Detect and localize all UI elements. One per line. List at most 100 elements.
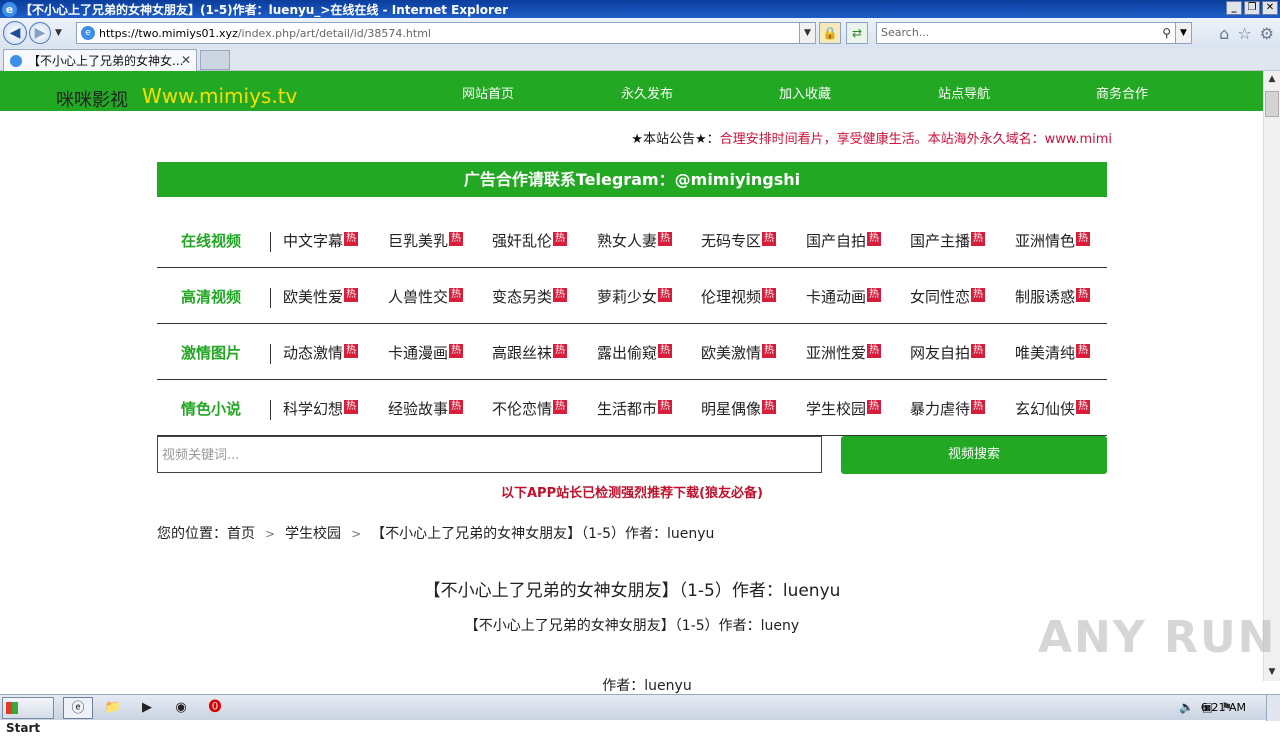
category-link[interactable]: 高跟丝袜热 [492, 342, 568, 363]
category-link[interactable]: 明星偶像热 [701, 398, 777, 419]
category-link[interactable]: 女同性恋热 [910, 286, 986, 307]
search-icon[interactable]: ⚲ [1162, 23, 1171, 43]
site-logo-en[interactable]: Www.mimiys.tv [142, 84, 297, 108]
breadcrumb-label: 您的位置： [157, 526, 227, 542]
scroll-up-icon[interactable]: ▲ [1264, 71, 1280, 88]
category-link[interactable]: 学生校园热 [806, 398, 882, 419]
video-search-input[interactable]: 视频关键词... [157, 436, 822, 473]
category-link[interactable]: 露出偷窥热 [597, 342, 673, 363]
restore-button[interactable]: ❐ [1244, 1, 1260, 15]
category-link[interactable]: 网友自拍热 [910, 342, 986, 363]
volume-icon[interactable]: 🔈 [1179, 700, 1194, 714]
back-button[interactable]: ◀ [3, 21, 27, 45]
taskbar-explorer-icon[interactable]: 📁 [98, 697, 128, 719]
hot-badge: 热 [867, 288, 882, 302]
tab-current[interactable]: 【不小心上了兄弟的女神女... ✕ [3, 49, 197, 71]
nav-business[interactable]: 商务合作 [1096, 83, 1148, 102]
scroll-thumb[interactable] [1265, 91, 1279, 117]
category-link[interactable]: 国产自拍热 [806, 230, 882, 251]
address-bar[interactable]: e https://two.mimiys01.xyz/index.php/art… [76, 22, 816, 44]
category-link[interactable]: 不伦恋情热 [492, 398, 568, 419]
category-link[interactable]: 伦理视频热 [701, 286, 777, 307]
category-title[interactable]: 激情图片 [181, 342, 241, 363]
taskbar-chrome-icon[interactable]: ◉ [166, 697, 196, 719]
hot-badge: 热 [344, 400, 359, 414]
hot-badge: 热 [867, 344, 882, 358]
ie-logo-icon: e [2, 1, 17, 17]
category-link[interactable]: 科学幻想热 [283, 398, 359, 419]
home-icon[interactable]: ⌂ [1219, 24, 1229, 43]
hot-badge: 热 [762, 344, 777, 358]
hot-badge: 热 [553, 400, 568, 414]
category-link[interactable]: 巨乳美乳热 [388, 230, 464, 251]
nav-permanent[interactable]: 永久发布 [621, 83, 673, 102]
breadcrumb-category[interactable]: 学生校园 [285, 526, 341, 542]
favorites-star-icon[interactable]: ☆ [1237, 24, 1251, 43]
site-logo-cn[interactable]: 咪咪影视 [56, 86, 128, 112]
category-link[interactable]: 亚洲情色热 [1015, 230, 1091, 251]
hot-badge: 热 [449, 232, 464, 246]
vertical-scrollbar[interactable]: ▲ ▼ [1263, 71, 1280, 681]
address-dropdown-icon[interactable]: ▼ [799, 23, 815, 43]
category-link[interactable]: 经验故事热 [388, 398, 464, 419]
category-link[interactable]: 玄幻仙侠热 [1015, 398, 1091, 419]
category-link[interactable]: 唯美清纯热 [1015, 342, 1091, 363]
category-link[interactable]: 暴力虐待热 [910, 398, 986, 419]
tab-close-icon[interactable]: ✕ [181, 53, 191, 67]
category-link[interactable]: 中文字幕热 [283, 230, 359, 251]
site-header: 咪咪影视 Www.mimiys.tv 网站首页 永久发布 加入收藏 站点导航 商… [0, 71, 1263, 111]
category-title[interactable]: 情色小说 [181, 398, 241, 419]
gear-icon[interactable]: ⚙ [1260, 24, 1274, 43]
category-link[interactable]: 熟女人妻热 [597, 230, 673, 251]
category-title[interactable]: 在线视频 [181, 230, 241, 251]
show-desktop-button[interactable] [1266, 695, 1280, 721]
new-tab-button[interactable] [200, 50, 230, 70]
breadcrumb-home[interactable]: 首页 [227, 526, 255, 542]
category-link[interactable]: 无码专区热 [701, 230, 777, 251]
category-link[interactable]: 国产主播热 [910, 230, 986, 251]
taskbar: Start ⓔ 📁 ▶ ◉ ⓿ 🔈 ▣ ⚑ 6:21 AM [0, 694, 1280, 735]
start-button[interactable]: Start [2, 697, 54, 735]
video-search-button[interactable]: 视频搜索 [841, 436, 1107, 474]
category-link[interactable]: 强奸乱伦热 [492, 230, 568, 251]
search-dropdown-icon[interactable]: ▼ [1175, 23, 1191, 43]
forward-arrow-icon: ▶ [34, 25, 46, 41]
category-row: 高清视频 欧美性爱热 人兽性交热 变态另类热 萝莉少女热 伦理视频热 卡通动画热… [157, 268, 1107, 324]
nav-home[interactable]: 网站首页 [462, 83, 514, 102]
taskbar-clock[interactable]: 6:21 AM [1201, 701, 1246, 714]
category-link[interactable]: 人兽性交热 [388, 286, 464, 307]
hot-badge: 热 [553, 232, 568, 246]
category-link[interactable]: 卡通动画热 [806, 286, 882, 307]
category-link[interactable]: 变态另类热 [492, 286, 568, 307]
history-dropdown-icon[interactable]: ▼ [55, 28, 62, 38]
taskbar-ie-icon[interactable]: ⓔ [63, 697, 93, 719]
browser-search-input[interactable]: Search... ⚲ ▼ [876, 22, 1192, 44]
category-link[interactable]: 萝莉少女热 [597, 286, 673, 307]
category-link[interactable]: 欧美性爱热 [283, 286, 359, 307]
category-link[interactable]: 生活都市热 [597, 398, 673, 419]
category-link[interactable]: 制服诱惑热 [1015, 286, 1091, 307]
nav-bookmark[interactable]: 加入收藏 [779, 83, 831, 102]
hot-badge: 热 [553, 288, 568, 302]
tab-favicon-icon [10, 54, 22, 67]
post-author: 作者：luenyu [602, 678, 692, 694]
hot-badge: 热 [971, 232, 986, 246]
lock-icon[interactable]: 🔒 [819, 22, 841, 44]
close-window-button[interactable]: ✕ [1262, 1, 1278, 15]
window-titlebar: e 【不小心上了兄弟的女神女朋友】(1-5)作者：luenyu_>在线在线 - … [0, 0, 1280, 18]
category-link[interactable]: 卡通漫画热 [388, 342, 464, 363]
category-link[interactable]: 动态激情热 [283, 342, 359, 363]
category-title[interactable]: 高清视频 [181, 286, 241, 307]
nav-site-guide[interactable]: 站点导航 [938, 83, 990, 102]
scroll-down-icon[interactable]: ▼ [1264, 664, 1280, 681]
refresh-icon[interactable]: ⇄ [846, 22, 868, 44]
ad-banner[interactable]: 广告合作请联系Telegram：@mimiyingshi [157, 162, 1107, 197]
hot-badge: 热 [1076, 288, 1091, 302]
taskbar-warning-icon[interactable]: ⓿ [200, 697, 230, 719]
category-link[interactable]: 亚洲性爱热 [806, 342, 882, 363]
taskbar-media-player-icon[interactable]: ▶ [132, 697, 162, 719]
minimize-button[interactable]: _ [1226, 1, 1242, 15]
category-link[interactable]: 欧美激情热 [701, 342, 777, 363]
forward-button[interactable]: ▶ [29, 22, 51, 44]
hot-badge: 热 [344, 232, 359, 246]
